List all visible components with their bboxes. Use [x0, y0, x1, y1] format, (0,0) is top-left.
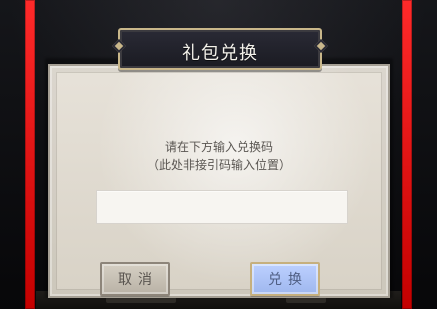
- instruction-line-2: （此处非接引码输入位置）: [146, 158, 291, 172]
- cancel-button[interactable]: 取消: [100, 262, 170, 296]
- redeem-code-input[interactable]: [96, 190, 348, 224]
- instruction-line-1: 请在下方输入兑换码: [164, 140, 273, 154]
- redeem-button[interactable]: 兑换: [250, 262, 320, 296]
- cancel-button-label: 取消: [118, 272, 158, 288]
- dialog-title: 礼包兑换: [182, 43, 258, 64]
- game-screen: 请在下方输入兑换码 （此处非接引码输入位置） 取消 兑换 礼包兑换: [0, 0, 437, 309]
- right-red-frame: [402, 0, 412, 309]
- instruction-text: 请在下方输入兑换码 （此处非接引码输入位置）: [50, 138, 388, 174]
- gift-redeem-dialog: 请在下方输入兑换码 （此处非接引码输入位置） 取消 兑换 礼包兑换: [45, 28, 393, 298]
- dialog-title-plate: 礼包兑换: [118, 28, 322, 70]
- dialog-body: 请在下方输入兑换码 （此处非接引码输入位置） 取消 兑换: [48, 64, 390, 298]
- redeem-button-label: 兑换: [268, 272, 308, 288]
- left-red-frame: [25, 0, 35, 309]
